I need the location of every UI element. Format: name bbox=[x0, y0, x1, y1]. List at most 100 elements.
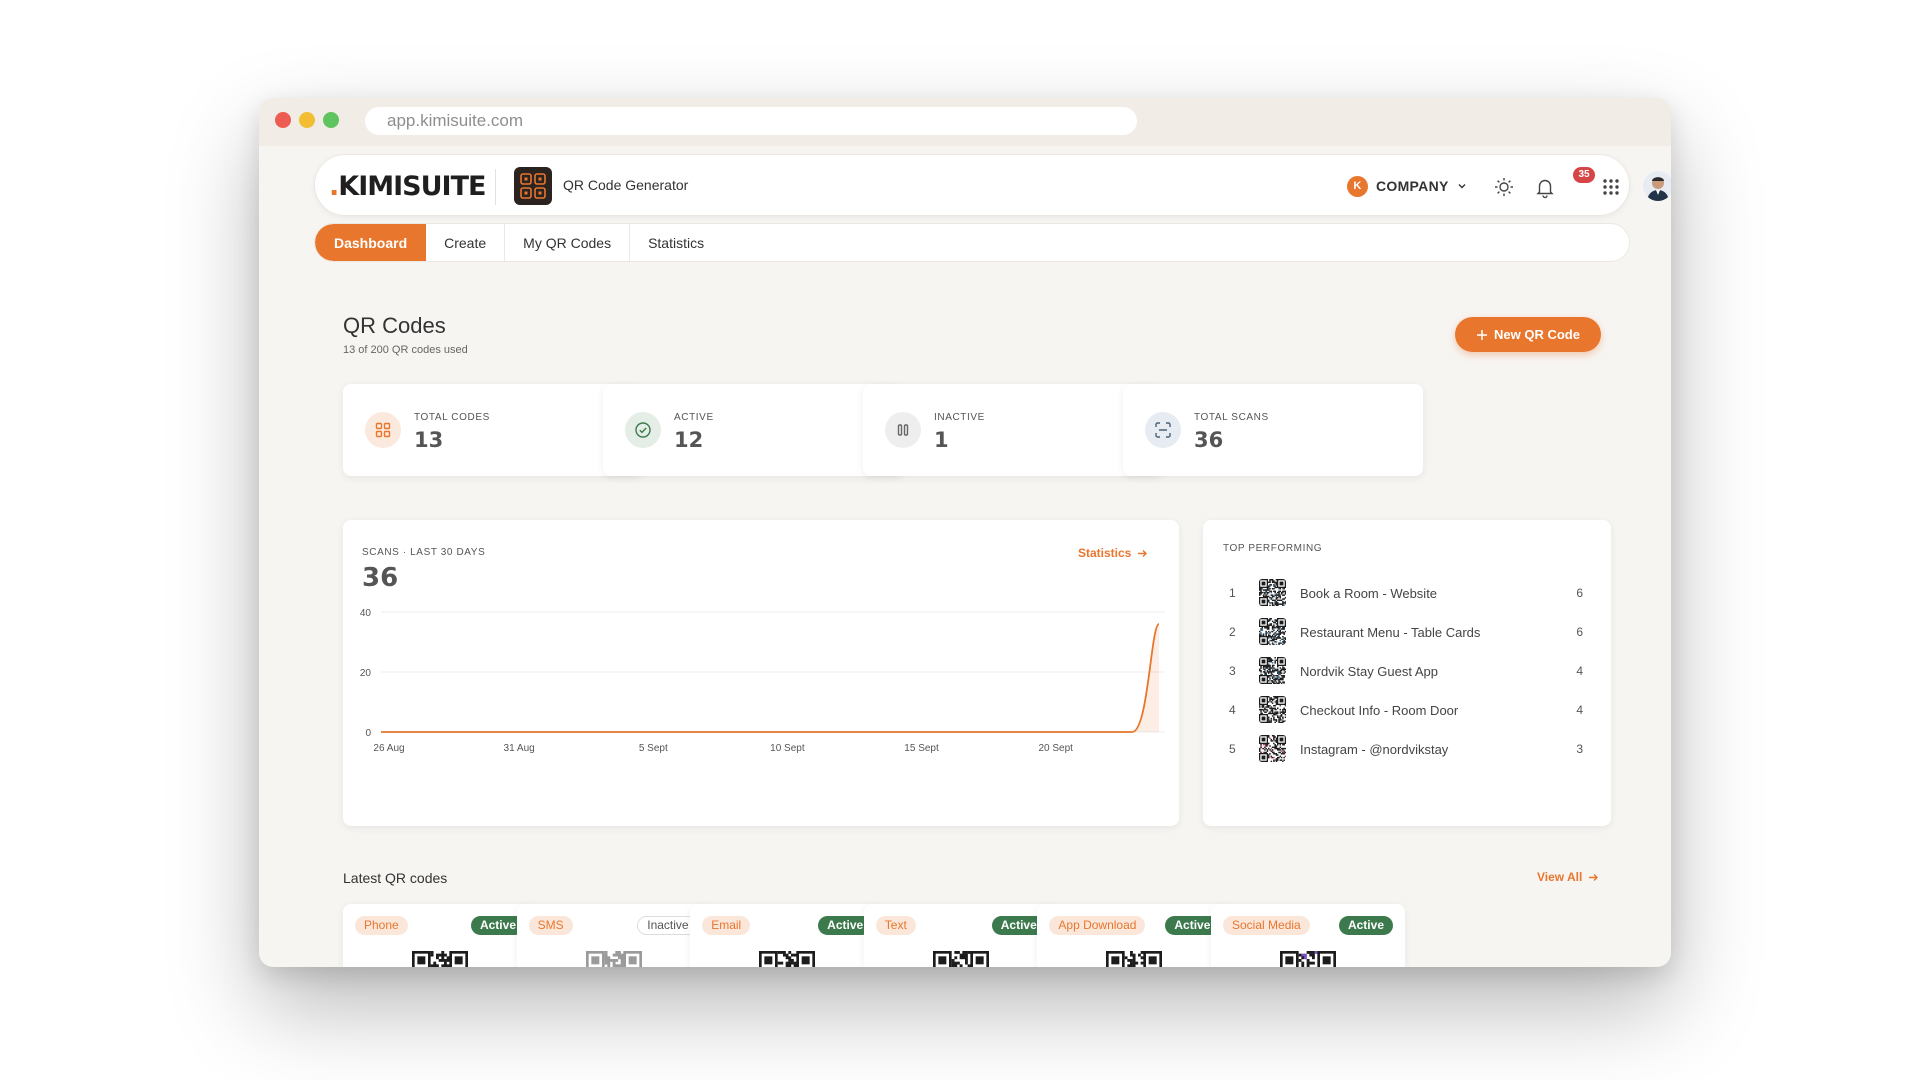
qr-grid-icon bbox=[365, 412, 401, 448]
tab-statistics[interactable]: Statistics bbox=[630, 224, 722, 261]
company-label: COMPANY bbox=[1376, 178, 1449, 194]
top-performing-row[interactable]: 1 Book a Room - Website 6 bbox=[1203, 578, 1611, 608]
qr-code-name: Book a Room - Website bbox=[1300, 586, 1438, 601]
top-performing-row[interactable]: 3 Nordvik Stay Guest App 4 bbox=[1203, 656, 1611, 686]
stat-label: ACTIVE bbox=[674, 412, 714, 423]
chart-point[interactable] bbox=[779, 728, 787, 736]
chart-point[interactable] bbox=[511, 728, 519, 736]
page-subtitle: 13 of 200 QR codes used bbox=[343, 344, 468, 356]
view-all-link[interactable]: View All bbox=[1537, 870, 1599, 884]
sun-icon[interactable] bbox=[1491, 174, 1517, 200]
scan-icon bbox=[1145, 412, 1181, 448]
qr-code-card[interactable]: Social Media Active bbox=[1211, 904, 1405, 967]
scans-chart: 0 20 40 26 Aug 31 Aug 5 Sept 10 Sept 15 Sept 20 … bbox=[360, 608, 1165, 754]
company-switcher[interactable]: K COMPANY bbox=[1347, 173, 1467, 199]
chart-point[interactable] bbox=[645, 728, 653, 736]
qr-app-icon bbox=[514, 167, 552, 205]
chart-point[interactable] bbox=[753, 728, 761, 736]
address-bar[interactable]: app.kimisuite.com bbox=[365, 107, 1137, 135]
chart-point[interactable] bbox=[1048, 728, 1056, 736]
chart-point[interactable] bbox=[967, 728, 975, 736]
chart-point[interactable] bbox=[833, 728, 841, 736]
stat-label: TOTAL SCANS bbox=[1194, 412, 1269, 423]
x-tick-label: 5 Sept bbox=[639, 743, 668, 754]
chart-point[interactable] bbox=[377, 728, 385, 736]
chart-point[interactable] bbox=[699, 728, 707, 736]
scans-line bbox=[381, 623, 1160, 733]
chart-point[interactable] bbox=[860, 728, 868, 736]
app-header: .KIMISUITE QR Code Generator K COMPANY 3… bbox=[314, 154, 1671, 216]
company-avatar: K bbox=[1347, 175, 1368, 197]
tab-create[interactable]: Create bbox=[426, 224, 506, 261]
chart-point[interactable] bbox=[538, 728, 546, 736]
chart-point[interactable] bbox=[940, 728, 948, 736]
chart-point[interactable] bbox=[887, 728, 895, 736]
qr-code-card[interactable]: App Download Active bbox=[1037, 904, 1232, 967]
x-tick-label: 26 Aug bbox=[373, 743, 404, 754]
qr-type-badge: SMS bbox=[528, 916, 573, 935]
stat-value: 12 bbox=[674, 428, 704, 452]
chart-point[interactable] bbox=[1101, 728, 1109, 736]
top-performing-row[interactable]: 2 Restaurant Menu - Table Cards 6 bbox=[1203, 617, 1611, 647]
rank-number: 3 bbox=[1229, 664, 1236, 678]
qr-code-name: Instagram - @nordvikstay bbox=[1300, 742, 1449, 757]
stat-card-total-scans: TOTAL SCANS 36 bbox=[1123, 384, 1423, 476]
chart-point[interactable] bbox=[1075, 728, 1083, 736]
maximize-window-dot[interactable] bbox=[323, 112, 339, 128]
top-performing-row[interactable]: 4 Checkout Info - Room Door 4 bbox=[1203, 695, 1611, 725]
qr-thumbnail bbox=[1259, 735, 1286, 762]
x-tick-label: 10 Sept bbox=[770, 743, 805, 754]
pause-icon bbox=[885, 412, 921, 448]
qr-type-badge: App Download bbox=[1049, 916, 1146, 935]
qr-code-preview bbox=[1106, 951, 1163, 967]
y-tick-label: 40 bbox=[360, 608, 372, 619]
chart-point[interactable] bbox=[1021, 728, 1029, 736]
chart-point[interactable] bbox=[672, 728, 680, 736]
chart-point[interactable] bbox=[431, 728, 439, 736]
chart-point[interactable] bbox=[994, 728, 1002, 736]
chart-point[interactable] bbox=[1128, 728, 1136, 736]
scan-count: 4 bbox=[1576, 664, 1583, 678]
chart-point[interactable] bbox=[1155, 620, 1163, 628]
qr-code-card[interactable]: Text Active bbox=[863, 904, 1058, 967]
chart-point[interactable] bbox=[404, 728, 412, 736]
close-window-dot[interactable] bbox=[275, 112, 291, 128]
chart-point[interactable] bbox=[565, 728, 573, 736]
arrow-right-icon bbox=[1589, 873, 1599, 881]
avatar[interactable] bbox=[1643, 171, 1671, 201]
x-tick-label: 20 Sept bbox=[1038, 743, 1073, 754]
scan-count: 6 bbox=[1576, 625, 1583, 639]
qr-code-preview bbox=[759, 951, 816, 967]
scans-chart-card: SCANS · LAST 30 DAYS 36 Statistics 0 20 40… bbox=[343, 520, 1179, 826]
kimisuite-logo[interactable]: .KIMISUITE bbox=[329, 171, 486, 202]
page-title: QR Codes bbox=[343, 313, 446, 338]
header-divider bbox=[495, 169, 496, 205]
qr-code-preview bbox=[585, 951, 642, 967]
top-performing-row[interactable]: 5 Instagram - @nordvikstay 3 bbox=[1203, 734, 1611, 764]
tab-my-qr-codes[interactable]: My QR Codes bbox=[505, 224, 631, 261]
check-circle-icon bbox=[625, 412, 661, 448]
tab-dashboard[interactable]: Dashboard bbox=[315, 224, 427, 261]
qr-type-badge: Social Media bbox=[1223, 916, 1310, 935]
chart-point[interactable] bbox=[618, 728, 626, 736]
qr-thumbnail bbox=[1259, 618, 1286, 645]
chart-point[interactable] bbox=[726, 728, 734, 736]
y-tick-label: 0 bbox=[365, 728, 371, 739]
apps-grid-icon[interactable] bbox=[1598, 174, 1624, 200]
x-tick-label: 15 Sept bbox=[904, 743, 939, 754]
minimize-window-dot[interactable] bbox=[299, 112, 315, 128]
qr-code-card[interactable]: SMS Inactive bbox=[516, 904, 711, 967]
new-qr-code-button[interactable]: New QR Code bbox=[1455, 317, 1601, 352]
browser-chrome: app.kimisuite.com bbox=[259, 98, 1671, 146]
chart-point[interactable] bbox=[592, 728, 600, 736]
rank-number: 1 bbox=[1229, 586, 1236, 600]
main-nav: Dashboard Create My QR Codes Statistics bbox=[314, 223, 1630, 262]
bell-icon[interactable] bbox=[1532, 174, 1558, 200]
stat-card-active: ACTIVE 12 bbox=[603, 384, 903, 476]
chart-point[interactable] bbox=[914, 728, 922, 736]
chart-point[interactable] bbox=[457, 728, 465, 736]
qr-code-card[interactable]: Email Active bbox=[690, 904, 885, 967]
qr-code-card[interactable]: Phone Active bbox=[343, 904, 537, 967]
chart-point[interactable] bbox=[484, 728, 492, 736]
chart-point[interactable] bbox=[806, 728, 814, 736]
